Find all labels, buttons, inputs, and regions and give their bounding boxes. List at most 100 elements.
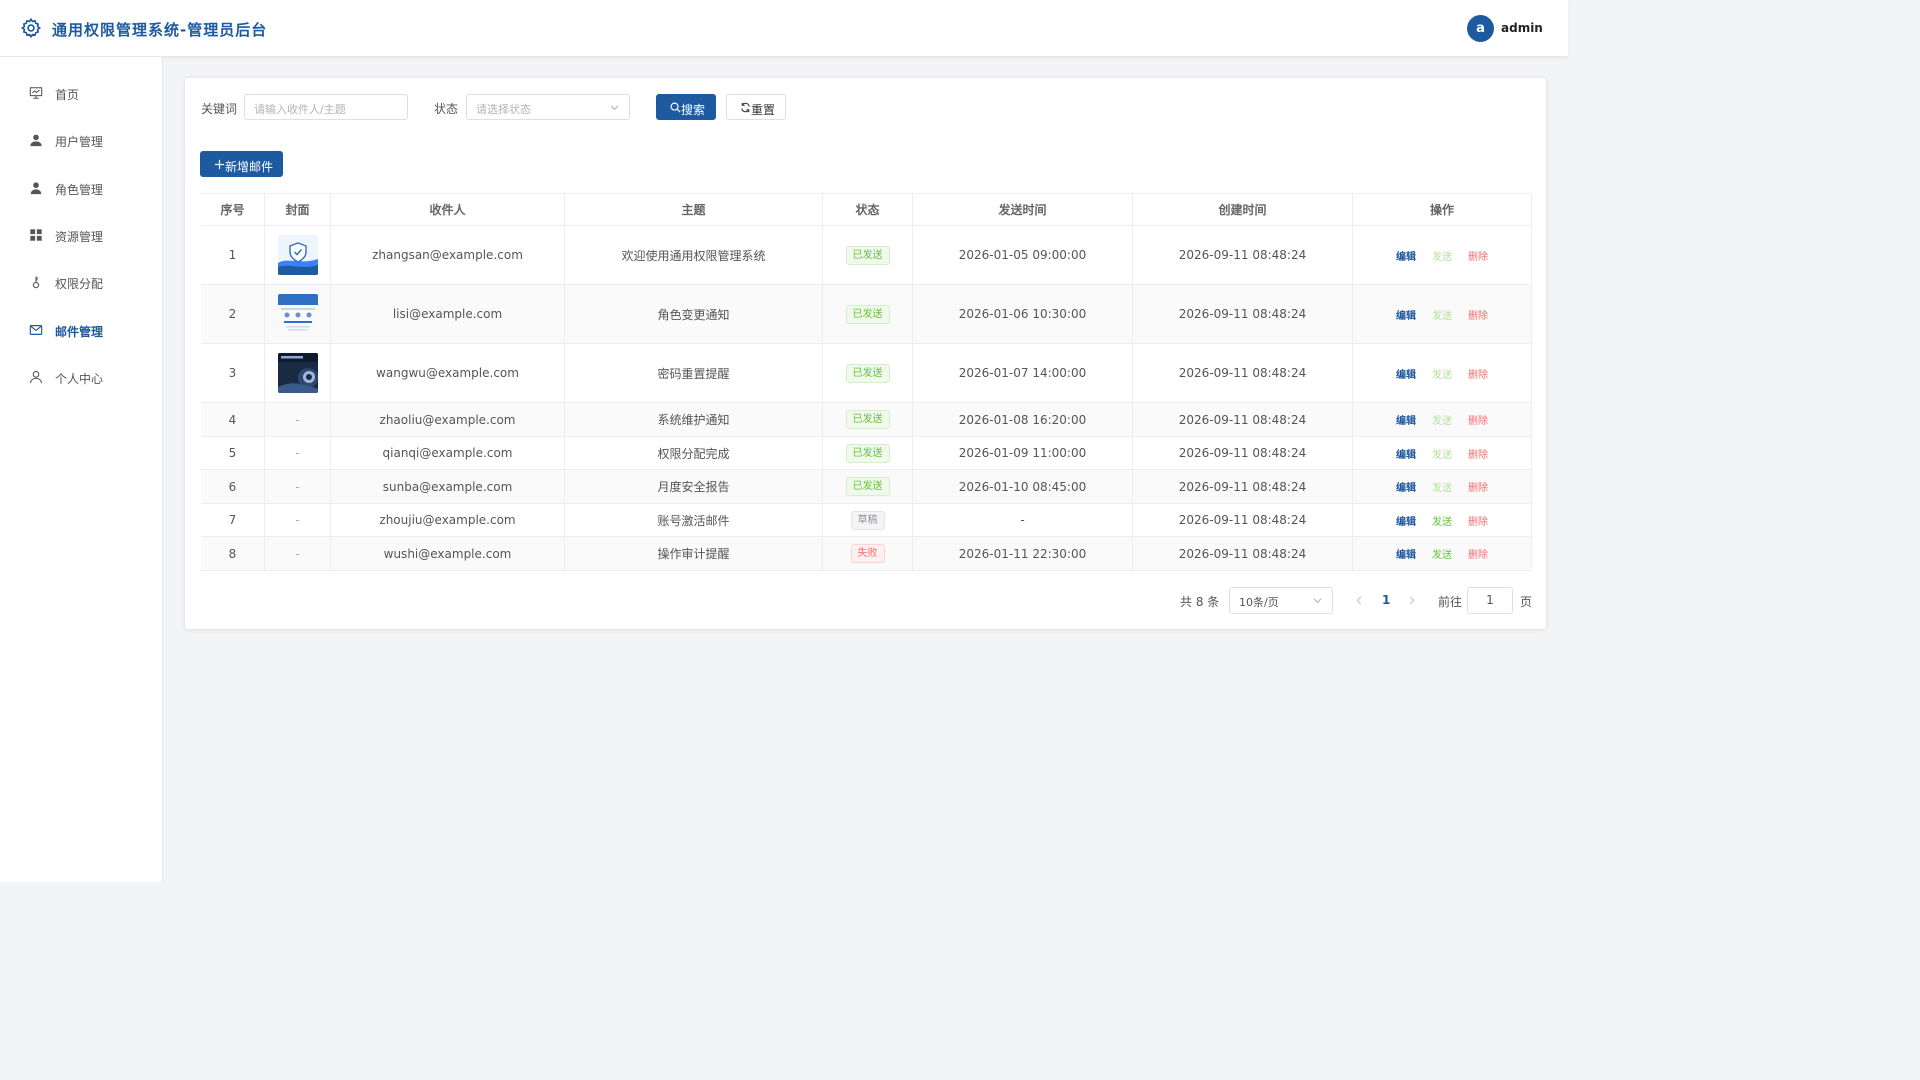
delete-button[interactable]: 删除 — [1468, 479, 1488, 494]
keyword-placeholder: 请输入收件人/主题 — [254, 103, 346, 116]
avatar[interactable]: a — [1467, 15, 1494, 42]
cell-created-text: 2026-09-11 08:48:24 — [1178, 446, 1307, 460]
add-mail-button[interactable]: 新增邮件 — [200, 151, 283, 177]
edit-button[interactable]: 编辑 — [1396, 479, 1416, 494]
cover-empty: - — [295, 479, 300, 494]
table-row: 5 - qianqi@example.com 权限分配完成 已发送 2026-01-09 … — [201, 437, 1532, 470]
cell-subject: 月度安全报告 — [565, 470, 823, 503]
page-size-select[interactable]: 10条/页 — [1229, 587, 1333, 614]
delete-button[interactable]: 删除 — [1468, 446, 1488, 461]
search-button[interactable]: 搜索 — [656, 94, 716, 120]
table-row: 2 lisi@example.com 角色变更通知 已发送 2026-01-06 10:… — [201, 285, 1532, 344]
refresh-icon — [741, 102, 750, 113]
cell-recipient-text: zhangsan@example.com — [372, 248, 523, 262]
goto-page-value: 1 — [1486, 593, 1494, 607]
sidebar-item-mail[interactable]: 邮件管理 — [0, 311, 162, 351]
cell-index: 7 — [201, 504, 265, 536]
column-header-index: 序号 — [201, 194, 265, 225]
sidebar-item-permissions[interactable]: 权限分配 — [0, 263, 162, 303]
cover-thumbnail[interactable] — [277, 294, 318, 334]
username[interactable]: admin — [1501, 21, 1543, 35]
delete-button[interactable]: 删除 — [1468, 513, 1488, 528]
cell-subject-text: 操作审计提醒 — [657, 547, 730, 561]
edit-button[interactable]: 编辑 — [1396, 546, 1416, 561]
cell-status: 草稿 — [823, 504, 913, 536]
cell-recipient-text: zhoujiu@example.com — [379, 513, 516, 527]
cell-actions: 编辑 发送 删除 — [1353, 504, 1532, 536]
cell-created: 2026-09-11 08:48:24 — [1133, 504, 1353, 536]
status-badge: 已发送 — [845, 477, 890, 496]
delete-button[interactable]: 删除 — [1468, 248, 1488, 263]
cell-created-text: 2026-09-11 08:48:24 — [1178, 366, 1307, 380]
search-icon — [670, 102, 681, 113]
delete-button[interactable]: 删除 — [1468, 412, 1488, 427]
cell-index: 8 — [201, 537, 265, 570]
sidebar-item-users[interactable]: 用户管理 — [0, 121, 162, 161]
delete-button[interactable]: 删除 — [1468, 307, 1488, 322]
cell-index: 2 — [201, 285, 265, 343]
cell-send-time-text: 2026-01-05 09:00:00 — [958, 248, 1087, 262]
cover-thumbnail[interactable] — [277, 353, 318, 393]
send-button[interactable]: 发送 — [1432, 546, 1452, 561]
cell-cover — [265, 344, 331, 402]
cell-send-time-text: 2026-01-09 11:00:00 — [958, 446, 1087, 460]
search-button-label: 搜索 — [681, 103, 706, 117]
cover-thumbnail[interactable] — [277, 235, 318, 275]
edit-button[interactable]: 编辑 — [1396, 248, 1416, 263]
cell-actions: 编辑 发送 删除 — [1353, 344, 1532, 402]
sidebar-item-home[interactable]: 首页 — [0, 74, 162, 114]
cell-subject: 欢迎使用通用权限管理系统 — [565, 226, 823, 284]
cell-created-text: 2026-09-11 08:48:24 — [1178, 513, 1307, 527]
cell-cover — [265, 226, 331, 284]
edit-button[interactable]: 编辑 — [1396, 446, 1416, 461]
cell-recipient-text: wangwu@example.com — [376, 366, 519, 380]
cover-empty: - — [295, 412, 300, 427]
cell-created-text: 2026-09-11 08:48:24 — [1178, 412, 1307, 427]
send-button: 发送 — [1432, 369, 1452, 381]
next-page-icon[interactable] — [1408, 596, 1416, 605]
edit-button[interactable]: 编辑 — [1396, 307, 1416, 322]
delete-button[interactable]: 删除 — [1468, 366, 1488, 381]
status-select[interactable]: 请选择状态 — [466, 94, 630, 120]
current-page[interactable]: 1 — [1382, 593, 1390, 607]
table-row: 7 - zhoujiu@example.com 账号激活邮件 草稿 - 2026-09-11… — [201, 504, 1532, 537]
sidebar-item-profile[interactable]: 个人中心 — [0, 358, 162, 398]
reset-button[interactable]: 重置 — [726, 94, 786, 120]
cell-send-time-text: - — [1020, 513, 1025, 527]
cell-status: 已发送 — [823, 470, 913, 503]
cell-recipient: qianqi@example.com — [331, 437, 565, 469]
cell-actions: 编辑 发送 删除 — [1353, 437, 1532, 469]
user-icon — [30, 134, 42, 147]
prev-page-icon[interactable] — [1355, 596, 1363, 605]
cell-subject-text: 密码重置提醒 — [657, 366, 730, 381]
delete-button[interactable]: 删除 — [1468, 546, 1488, 561]
cell-recipient: lisi@example.com — [331, 285, 565, 343]
cell-send-time: 2026-01-05 09:00:00 — [913, 226, 1133, 284]
edit-button[interactable]: 编辑 — [1396, 513, 1416, 528]
cell-subject: 操作审计提醒 — [565, 537, 823, 570]
cell-subject: 系统维护通知 — [565, 403, 823, 436]
edit-button[interactable]: 编辑 — [1396, 366, 1416, 381]
cell-subject: 账号激活邮件 — [565, 504, 823, 536]
table-row: 4 - zhaoliu@example.com 系统维护通知 已发送 2026-01-08… — [201, 403, 1532, 437]
cell-status: 已发送 — [823, 285, 913, 343]
send-button[interactable]: 发送 — [1432, 513, 1452, 528]
table-row: 3 wangwu@example.com 密码重置提醒 已发送 2026-01-07 1… — [201, 344, 1532, 403]
sidebar-item-label: 个人中心 — [55, 372, 104, 386]
cell-subject-text: 角色变更通知 — [657, 307, 730, 322]
send-button: 发送 — [1432, 310, 1452, 322]
cell-index: 1 — [201, 226, 265, 284]
goto-page-input[interactable]: 1 — [1467, 587, 1513, 614]
sidebar-item-roles[interactable]: 角色管理 — [0, 169, 162, 209]
edit-button[interactable]: 编辑 — [1396, 412, 1416, 427]
cell-recipient: zhaoliu@example.com — [331, 403, 565, 436]
cell-send-time: 2026-01-08 16:20:00 — [913, 403, 1133, 436]
gear-icon — [20, 17, 42, 39]
keyword-input[interactable]: 请输入收件人/主题 — [244, 94, 408, 120]
status-badge: 失败 — [850, 544, 885, 563]
cell-status: 已发送 — [823, 226, 913, 284]
cell-created: 2026-09-11 08:48:24 — [1133, 537, 1353, 570]
column-header-cover: 封面 — [265, 194, 331, 225]
sidebar-item-label: 用户管理 — [55, 135, 104, 149]
sidebar-item-resources[interactable]: 资源管理 — [0, 216, 162, 256]
